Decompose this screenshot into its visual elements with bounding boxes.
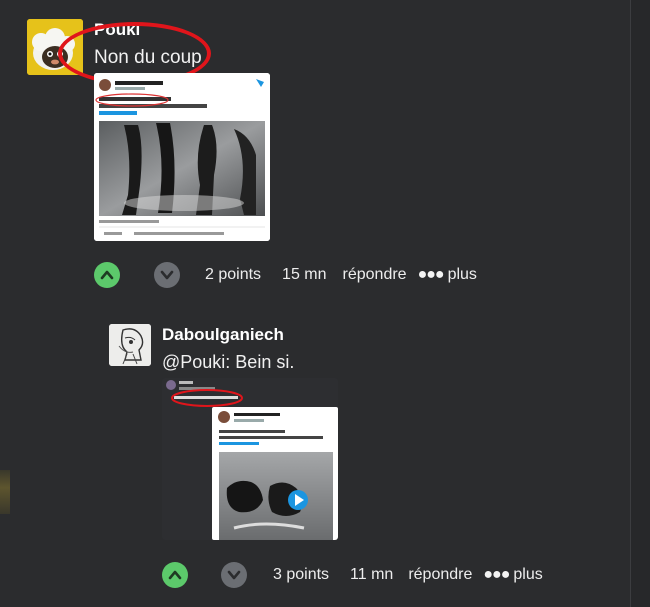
upvote-button[interactable]: [94, 262, 120, 288]
comment-reply: Daboulganiech @Pouki: Bein si. 3 points …: [0, 300, 630, 607]
points-count: 3 points: [273, 566, 330, 583]
more-button[interactable]: plus: [448, 266, 477, 284]
comment-thread: Pouki Non du coup 2 points 15 mn répondr…: [0, 0, 650, 607]
comment: Pouki Non du coup 2 points 15 mn répondr…: [0, 0, 630, 300]
comment-text: Non du coup: [94, 47, 202, 68]
chevron-down-icon: [227, 570, 241, 580]
avatar[interactable]: [27, 19, 83, 75]
comment-image[interactable]: [162, 378, 338, 540]
dots-icon: ●●●: [417, 266, 445, 283]
chevron-up-icon: [168, 570, 182, 580]
scrollbar-track[interactable]: [630, 0, 650, 607]
comment-text: @Pouki: Bein si.: [162, 352, 295, 372]
avatar-image: [27, 19, 83, 75]
comment-time[interactable]: 15 mn: [282, 266, 326, 284]
downvote-button[interactable]: [221, 562, 247, 588]
downvote-button[interactable]: [154, 262, 180, 288]
avatar-image: [109, 324, 151, 366]
reply-button[interactable]: répondre: [408, 566, 472, 584]
comment-time[interactable]: 11 mn: [350, 566, 393, 584]
comment-author[interactable]: Pouki: [94, 20, 140, 40]
chevron-down-icon: [160, 270, 174, 280]
comment-actions: 2 points 15 mn répondre ●●● plus: [94, 262, 477, 288]
avatar[interactable]: [109, 324, 151, 366]
upvote-button[interactable]: [162, 562, 188, 588]
tweet-screenshot: [162, 378, 338, 540]
points-count: 2 points: [205, 266, 262, 283]
dots-icon: ●●●: [483, 566, 510, 583]
comment-actions: 3 points 11 mn répondre ●●● plus: [162, 562, 543, 588]
tweet-screenshot: [94, 73, 270, 241]
more-button[interactable]: plus: [513, 566, 542, 584]
chevron-up-icon: [100, 270, 114, 280]
reply-button[interactable]: répondre: [343, 266, 407, 284]
comment-image[interactable]: [94, 73, 270, 241]
comment-author[interactable]: Daboulganiech: [162, 325, 284, 345]
